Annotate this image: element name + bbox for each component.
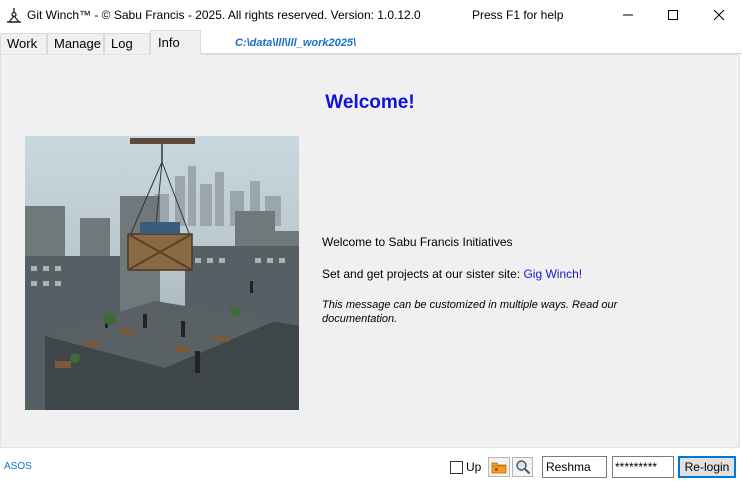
asos-label: ASOS — [4, 461, 32, 472]
relogin-button[interactable]: Re-login — [678, 456, 736, 478]
sister-site-message: Set and get projects at our sister site:… — [322, 267, 582, 281]
folder-icon — [491, 462, 507, 474]
hero-image — [25, 136, 299, 410]
tab-manage[interactable]: Manage — [47, 33, 104, 54]
close-icon — [713, 9, 725, 21]
maximize-icon — [668, 10, 678, 20]
up-checkbox[interactable] — [450, 461, 463, 474]
minimize-icon — [623, 14, 633, 16]
tab-work[interactable]: Work — [0, 33, 47, 54]
close-button[interactable] — [696, 0, 742, 30]
up-checkbox-label[interactable]: Up — [466, 460, 481, 474]
help-hint: Press F1 for help — [472, 8, 564, 22]
winch-app-icon — [6, 7, 22, 23]
username-field[interactable] — [542, 456, 607, 478]
tab-info[interactable]: Info — [150, 30, 201, 55]
window-title: Git Winch™ - © Sabu Francis - 2025. All … — [27, 8, 421, 22]
gig-winch-link[interactable]: Gig Winch! — [523, 267, 582, 281]
search-icon — [515, 460, 530, 475]
tab-strip: Work Manage Log Info C:\data\lll\lll_wor… — [0, 30, 742, 55]
password-field[interactable] — [612, 456, 674, 478]
welcome-message: Welcome to Sabu Francis Initiatives — [322, 235, 513, 249]
sister-site-text: Set and get projects at our sister site: — [322, 267, 524, 281]
tab-log[interactable]: Log — [104, 33, 150, 54]
customize-note: This message can be customized in multip… — [322, 299, 618, 325]
minimize-button[interactable] — [605, 0, 651, 30]
working-path: C:\data\lll\lll_work2025\ — [235, 37, 357, 49]
open-folder-button[interactable] — [488, 457, 510, 477]
status-bar: ASOS Up Re-login — [0, 448, 742, 485]
welcome-heading: Welcome! — [325, 92, 415, 113]
title-bar: Git Winch™ - © Sabu Francis - 2025. All … — [0, 0, 742, 32]
search-button[interactable] — [512, 457, 533, 477]
info-panel: Welcome! Welcome to Sabu Francis Initiat… — [0, 54, 740, 448]
maximize-button[interactable] — [650, 0, 696, 30]
